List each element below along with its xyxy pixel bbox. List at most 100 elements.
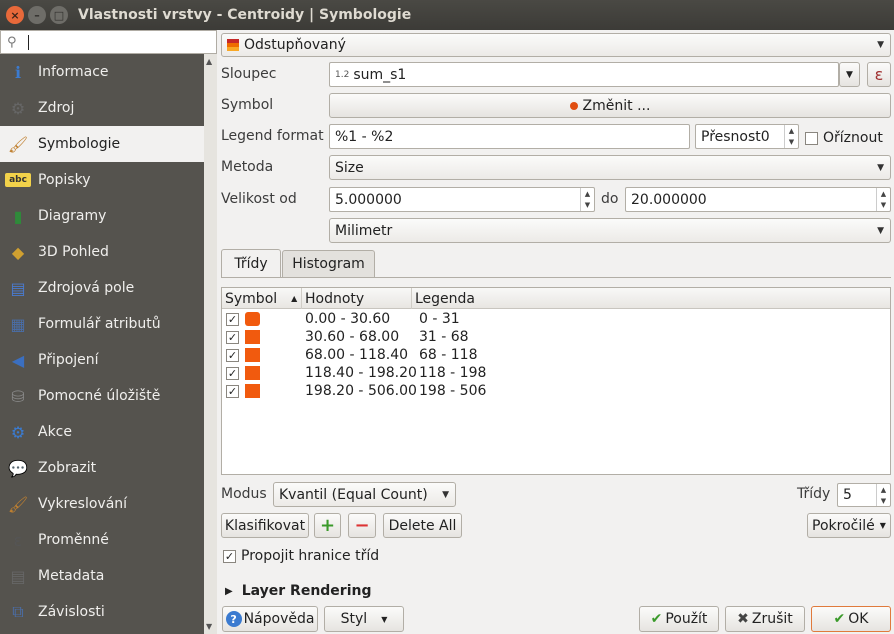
- change-symbol-button[interactable]: Změnit ...: [329, 93, 891, 118]
- sidebar-item-akce[interactable]: ⚙ Akce: [0, 414, 204, 450]
- precision-spinbox[interactable]: Přesnost 0 ▲ ▼: [695, 124, 799, 149]
- classify-button[interactable]: Klasifikovat: [221, 513, 309, 538]
- sidebar-item-formulář-atributů[interactable]: ▦ Formulář atributů: [0, 306, 204, 342]
- symbol-swatch[interactable]: [245, 312, 260, 326]
- class-visible-checkbox[interactable]: ✓: [226, 384, 239, 398]
- symbol-cell[interactable]: ✓: [226, 310, 260, 328]
- symbol-swatch[interactable]: [245, 384, 260, 398]
- column-field[interactable]: 1.2 sum_s1: [329, 62, 839, 87]
- sidebar-item-připojení[interactable]: ◀ Připojení: [0, 342, 204, 378]
- ok-button[interactable]: ✔ OK: [811, 606, 891, 632]
- step-up-icon[interactable]: ▲: [881, 190, 886, 198]
- add-class-button[interactable]: +: [314, 513, 341, 538]
- legend-cell[interactable]: 0 - 31: [419, 310, 460, 328]
- tab-classes[interactable]: Třídy: [221, 249, 281, 278]
- sidebar-item-informace[interactable]: ℹ Informace: [0, 54, 204, 90]
- minimize-window-button[interactable]: –: [28, 6, 46, 24]
- step-up-icon[interactable]: ▲: [585, 190, 590, 198]
- method-label: Metoda: [221, 159, 274, 175]
- size-from-stepper[interactable]: ▲ ▼: [580, 188, 594, 211]
- method-combo[interactable]: Size ▼: [329, 155, 891, 180]
- symbol-cell[interactable]: ✓: [226, 364, 260, 382]
- classes-count-spinbox[interactable]: 5 ▲ ▼: [837, 483, 891, 507]
- legend-cell[interactable]: 118 - 198: [419, 364, 486, 382]
- values-cell[interactable]: 30.60 - 68.00: [305, 328, 399, 346]
- layer-rendering-section[interactable]: ▶ Layer Rendering: [225, 583, 372, 599]
- close-window-button[interactable]: ×: [6, 6, 24, 24]
- sidebar-item-zdroj[interactable]: ⚙ Zdroj: [0, 90, 204, 126]
- sidebar-item-proměnné[interactable]: ε Proměnné: [0, 522, 204, 558]
- table-row[interactable]: ✓ 30.60 - 68.00 31 - 68: [222, 328, 890, 346]
- class-visible-checkbox[interactable]: ✓: [226, 348, 239, 362]
- trim-checkbox[interactable]: [805, 131, 818, 145]
- sidebar-item-zdrojová-pole[interactable]: ▤ Zdrojová pole: [0, 270, 204, 306]
- symbol-swatch[interactable]: [245, 330, 260, 344]
- delete-all-button[interactable]: Delete All: [383, 513, 462, 538]
- link-bounds-checkbox[interactable]: ✓: [223, 549, 236, 563]
- advanced-button[interactable]: Pokročilé ▼: [807, 513, 891, 538]
- legend-cell[interactable]: 68 - 118: [419, 346, 478, 364]
- step-down-icon[interactable]: ▼: [881, 497, 886, 505]
- scroll-down-arrow-icon[interactable]: ▼: [206, 622, 212, 631]
- class-visible-checkbox[interactable]: ✓: [226, 366, 239, 380]
- column-header-legend[interactable]: Legenda: [412, 288, 890, 309]
- table-row[interactable]: ✓ 198.20 - 506.00 198 - 506: [222, 382, 890, 400]
- column-header-symbol[interactable]: Symbol ▲: [222, 288, 302, 309]
- step-down-icon[interactable]: ▼: [585, 201, 590, 209]
- sidebar-item-vykreslování[interactable]: 🖌 Vykreslování: [0, 486, 204, 522]
- step-down-icon[interactable]: ▼: [789, 138, 794, 146]
- column-dropdown-button[interactable]: ▼: [839, 62, 860, 87]
- table-row[interactable]: ✓ 118.40 - 198.20 118 - 198: [222, 364, 890, 382]
- unit-combo[interactable]: Milimetr ▼: [329, 218, 891, 243]
- symbol-cell[interactable]: ✓: [226, 382, 260, 400]
- classes-table[interactable]: Symbol ▲ Hodnoty Legenda ✓ 0.00 - 30.60 0 …: [221, 287, 891, 475]
- step-up-icon[interactable]: ▲: [881, 486, 886, 494]
- sidebar-scrollbar[interactable]: ▲ ▼: [204, 54, 217, 634]
- trim-checkbox-row[interactable]: Oříznout: [805, 130, 883, 146]
- table-row[interactable]: ✓ 0.00 - 30.60 0 - 31: [222, 310, 890, 328]
- remove-class-button[interactable]: −: [348, 513, 376, 538]
- step-down-icon[interactable]: ▼: [881, 201, 886, 209]
- sidebar-item-3d-pohled[interactable]: ◆ 3D Pohled: [0, 234, 204, 270]
- legend-cell[interactable]: 31 - 68: [419, 328, 469, 346]
- tab-histogram[interactable]: Histogram: [282, 250, 375, 277]
- values-cell[interactable]: 68.00 - 118.40: [305, 346, 408, 364]
- size-to-spinbox[interactable]: 20.000000 ▲ ▼: [625, 187, 891, 212]
- symbol-swatch[interactable]: [245, 348, 260, 362]
- maximize-window-button[interactable]: □: [50, 6, 68, 24]
- sidebar-search[interactable]: ⚲: [0, 30, 217, 54]
- renderer-type-combo[interactable]: Odstupňovaný ▼: [221, 33, 891, 57]
- table-row[interactable]: ✓ 68.00 - 118.40 68 - 118: [222, 346, 890, 364]
- size-from-spinbox[interactable]: 5.000000 ▲ ▼: [329, 187, 595, 212]
- precision-stepper[interactable]: ▲ ▼: [784, 125, 798, 148]
- column-header-values[interactable]: Hodnoty: [302, 288, 412, 309]
- size-to-stepper[interactable]: ▲ ▼: [876, 188, 890, 211]
- symbol-swatch[interactable]: [245, 366, 260, 380]
- sidebar-item-symbologie[interactable]: 🖌 Symbologie: [0, 126, 204, 162]
- class-visible-checkbox[interactable]: ✓: [226, 330, 239, 344]
- classes-count-stepper[interactable]: ▲ ▼: [876, 484, 890, 506]
- class-visible-checkbox[interactable]: ✓: [226, 312, 239, 326]
- link-bounds-row[interactable]: ✓ Propojit hranice tříd: [223, 548, 379, 564]
- sidebar-item-závislosti[interactable]: ⧉ Závislosti: [0, 594, 204, 630]
- values-cell[interactable]: 118.40 - 198.20: [305, 364, 417, 382]
- help-button[interactable]: ? Nápověda: [222, 606, 318, 632]
- apply-button[interactable]: ✔ Použít: [639, 606, 719, 632]
- cancel-button[interactable]: ✖ Zrušit: [725, 606, 805, 632]
- values-cell[interactable]: 198.20 - 506.00: [305, 382, 417, 400]
- legend-format-input[interactable]: %1 - %2: [329, 124, 690, 149]
- mode-combo[interactable]: Kvantil (Equal Count) ▼: [273, 482, 456, 507]
- symbol-cell[interactable]: ✓: [226, 328, 260, 346]
- expression-button[interactable]: ε: [867, 62, 891, 87]
- symbol-cell[interactable]: ✓: [226, 346, 260, 364]
- sidebar-item-metadata[interactable]: ▤ Metadata: [0, 558, 204, 594]
- step-up-icon[interactable]: ▲: [789, 127, 794, 135]
- sidebar-item-diagramy[interactable]: ▮ Diagramy: [0, 198, 204, 234]
- sidebar-item-zobrazit[interactable]: 💬 Zobrazit: [0, 450, 204, 486]
- sidebar-item-popisky[interactable]: abc Popisky: [0, 162, 204, 198]
- scroll-up-arrow-icon[interactable]: ▲: [206, 57, 212, 66]
- style-menu-button[interactable]: Styl ▼: [324, 606, 404, 632]
- values-cell[interactable]: 0.00 - 30.60: [305, 310, 390, 328]
- legend-cell[interactable]: 198 - 506: [419, 382, 486, 400]
- sidebar-item-pomocné-úložiště[interactable]: ⛁ Pomocné úložiště: [0, 378, 204, 414]
